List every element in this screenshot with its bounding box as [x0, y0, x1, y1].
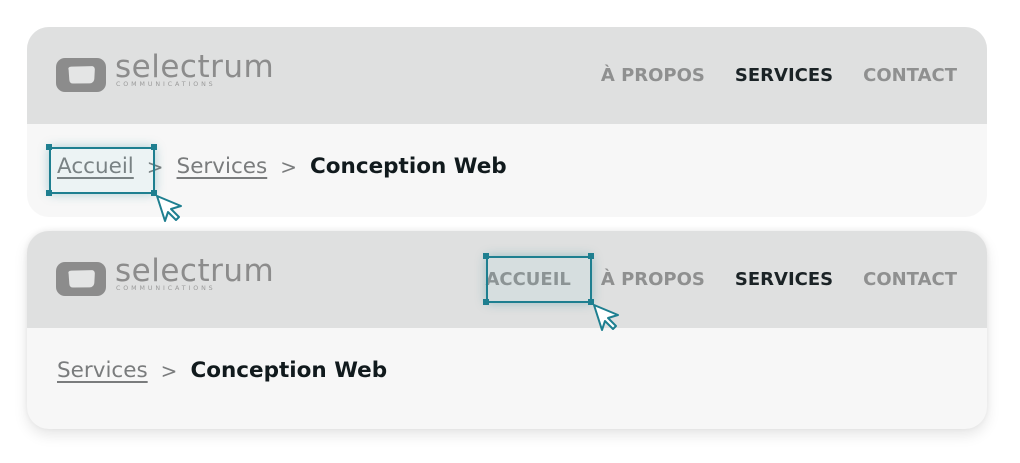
- brand-tagline: COMMUNICATIONS: [116, 81, 216, 88]
- pointer-cursor-icon: [593, 304, 619, 331]
- main-nav: À PROPOS SERVICES CONTACT: [571, 65, 957, 86]
- chevron-right-icon: >: [280, 154, 297, 179]
- nav-item-contact[interactable]: CONTACT: [863, 65, 957, 86]
- nav-item-services[interactable]: SERVICES: [735, 65, 833, 86]
- breadcrumb-current-page: Conception Web: [190, 358, 388, 383]
- selection-highlight-accueil-breadcrumb: [49, 147, 155, 194]
- brand-logo[interactable]: selectrum COMMUNICATIONS: [55, 253, 285, 299]
- nav-item-contact[interactable]: CONTACT: [863, 269, 957, 290]
- nav-item-services[interactable]: SERVICES: [735, 269, 833, 290]
- selection-handle: [151, 144, 157, 150]
- logo-mark-icon: [56, 58, 106, 92]
- logo-mark-icon: [56, 262, 106, 296]
- brand-tagline: COMMUNICATIONS: [116, 285, 216, 292]
- brand-name: selectrum: [115, 49, 275, 85]
- breadcrumb: Services > Conception Web: [57, 358, 387, 383]
- selection-handle: [46, 190, 52, 196]
- selection-highlight-accueil-nav: [486, 256, 592, 303]
- breadcrumb-link-services[interactable]: Services: [57, 358, 148, 383]
- selection-handle: [483, 299, 489, 305]
- selection-handle: [46, 144, 52, 150]
- breadcrumb-link-services[interactable]: Services: [177, 154, 268, 179]
- nav-item-a-propos[interactable]: À PROPOS: [601, 65, 705, 86]
- brand-logo[interactable]: selectrum COMMUNICATIONS: [55, 49, 285, 95]
- pointer-cursor-icon: [156, 195, 182, 222]
- nav-item-a-propos[interactable]: À PROPOS: [601, 269, 705, 290]
- breadcrumb-current-page: Conception Web: [309, 154, 507, 179]
- chevron-right-icon: >: [160, 358, 178, 383]
- selection-handle: [588, 253, 594, 259]
- website-mockup-variant-a: selectrum COMMUNICATIONS À PROPOS SERVIC…: [27, 27, 987, 217]
- site-header: selectrum COMMUNICATIONS À PROPOS SERVIC…: [27, 27, 987, 124]
- selection-handle: [483, 253, 489, 259]
- brand-name: selectrum: [115, 253, 275, 289]
